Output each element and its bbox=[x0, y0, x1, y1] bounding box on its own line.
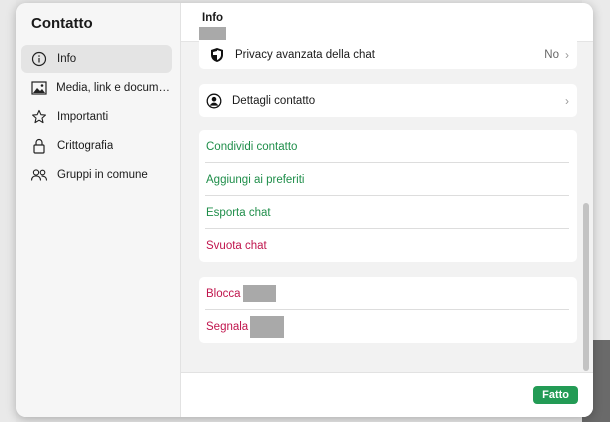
privacy-card: Privacy avanzata della chat No › bbox=[199, 41, 577, 69]
sidebar-item-label: Gruppi in comune bbox=[57, 169, 148, 181]
add-favorite-label: Aggiungi ai preferiti bbox=[206, 173, 305, 186]
contact-details-label: Dettagli contatto bbox=[232, 94, 316, 107]
actions-card: Condividi contatto Aggiungi ai preferiti… bbox=[199, 130, 577, 262]
contact-details-row[interactable]: Dettagli contatto › bbox=[199, 84, 577, 117]
chevron-right-icon: › bbox=[565, 93, 569, 108]
info-icon bbox=[29, 49, 49, 69]
backdrop-left bbox=[0, 0, 16, 422]
page-title: Info bbox=[202, 12, 224, 24]
sidebar-item-media[interactable]: Media, link e documenti bbox=[21, 74, 172, 102]
done-button[interactable]: Fatto bbox=[533, 386, 578, 404]
danger-card: Blocca Segnala bbox=[199, 277, 577, 343]
scrollbar[interactable] bbox=[583, 43, 589, 373]
report-label: Segnala bbox=[206, 320, 249, 333]
sidebar-item-label: Info bbox=[57, 53, 77, 65]
shield-icon bbox=[209, 47, 225, 63]
clear-chat-button[interactable]: Svuota chat bbox=[199, 229, 577, 262]
contact-details-card: Dettagli contatto › bbox=[199, 84, 577, 117]
sidebar: Contatto Info Media, link e documenti Im… bbox=[16, 3, 181, 417]
sidebar-item-encryption[interactable]: Crittografia bbox=[21, 132, 172, 160]
sidebar-item-label: Crittografia bbox=[57, 140, 114, 152]
info-panel: Info Privacy avanzata della chat No › De… bbox=[181, 3, 593, 417]
redacted-name bbox=[199, 27, 226, 40]
sidebar-item-info[interactable]: Info bbox=[21, 45, 172, 73]
block-label: Blocca bbox=[206, 287, 241, 300]
dialog-footer: Fatto bbox=[181, 372, 593, 417]
lock-icon bbox=[29, 136, 49, 156]
sidebar-item-label: Media, link e documenti bbox=[56, 82, 172, 94]
sidebar-item-common-groups[interactable]: Gruppi in comune bbox=[21, 161, 172, 189]
redacted-name bbox=[242, 285, 276, 302]
privacy-row[interactable]: Privacy avanzata della chat No › bbox=[199, 41, 577, 69]
share-contact-label: Condividi contatto bbox=[206, 140, 298, 153]
share-contact-button[interactable]: Condividi contatto bbox=[199, 130, 577, 163]
scrollbar-thumb[interactable] bbox=[583, 203, 589, 371]
export-chat-label: Esporta chat bbox=[206, 206, 271, 219]
redacted-name bbox=[250, 315, 285, 338]
clear-chat-label: Svuota chat bbox=[206, 239, 267, 252]
star-icon bbox=[29, 107, 49, 127]
sidebar-item-label: Importanti bbox=[57, 111, 109, 123]
group-icon bbox=[29, 165, 49, 185]
privacy-value: No bbox=[544, 49, 559, 61]
image-icon bbox=[29, 78, 48, 98]
export-chat-button[interactable]: Esporta chat bbox=[199, 196, 577, 229]
sidebar-nav: Info Media, link e documenti Importanti … bbox=[21, 45, 172, 190]
contact-info-dialog: Contatto Info Media, link e documenti Im… bbox=[16, 3, 593, 417]
sidebar-item-starred[interactable]: Importanti bbox=[21, 103, 172, 131]
block-contact-button[interactable]: Blocca bbox=[199, 277, 577, 310]
sidebar-title: Contatto bbox=[31, 15, 93, 32]
add-favorite-button[interactable]: Aggiungi ai preferiti bbox=[199, 163, 577, 196]
user-circle-icon bbox=[206, 93, 222, 109]
privacy-label: Privacy avanzata della chat bbox=[235, 49, 375, 61]
panel-header: Info bbox=[181, 3, 593, 42]
report-contact-button[interactable]: Segnala bbox=[199, 310, 577, 343]
chevron-right-icon: › bbox=[565, 48, 569, 62]
